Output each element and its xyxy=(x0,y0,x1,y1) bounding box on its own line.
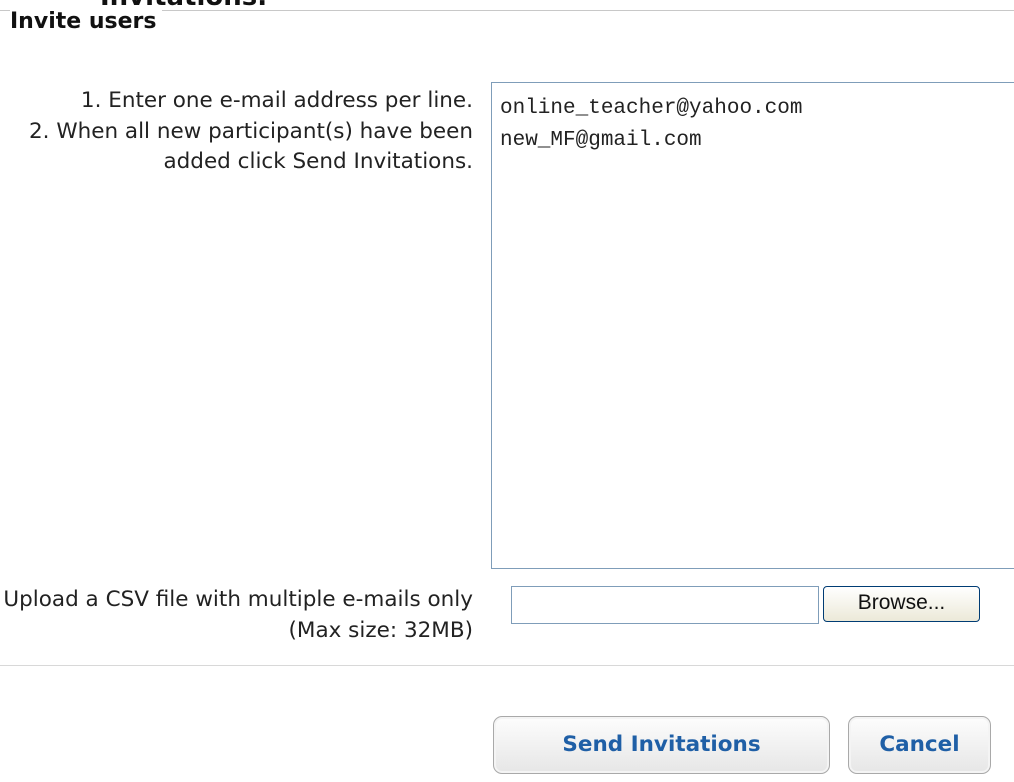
browse-button[interactable]: Browse... xyxy=(823,586,980,622)
cancel-button[interactable]: Cancel xyxy=(848,716,991,774)
instruction-step-2: 2. When all new participant(s) have been… xyxy=(28,118,473,175)
section-legend: Invite users xyxy=(10,8,163,36)
instructions: 1. Enter one e-mail address per line. 2.… xyxy=(3,86,473,178)
email-addresses-textarea[interactable]: online_teacher@yahoo.com new_MF@gmail.co… xyxy=(491,82,1014,569)
section-divider xyxy=(0,665,1014,666)
invite-users-panel: Invitations. Invite users 1. Enter one e… xyxy=(0,0,1014,782)
csv-file-path-input[interactable] xyxy=(511,586,819,624)
send-invitations-button[interactable]: Send Invitations xyxy=(493,716,830,774)
instruction-step-1: 1. Enter one e-mail address per line. xyxy=(80,88,473,113)
csv-upload-label: Upload a CSV file with multiple e-mails … xyxy=(3,587,473,643)
